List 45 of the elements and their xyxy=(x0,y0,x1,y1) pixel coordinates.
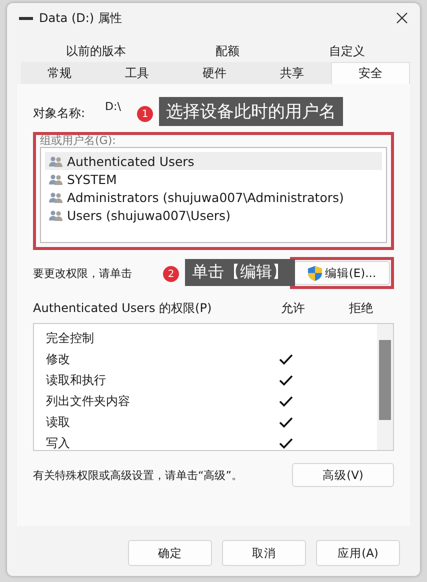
edit-button[interactable]: 编辑(E)... xyxy=(294,261,390,285)
users-icon xyxy=(49,174,63,184)
dialog-button[interactable]: 确定 xyxy=(128,540,212,566)
group-list-label: 组或用户名(G): xyxy=(40,135,117,147)
permission-name: 读取和执行 xyxy=(46,372,107,389)
drive-icon xyxy=(19,16,33,20)
tab[interactable]: 配额 xyxy=(201,41,254,62)
permission-name: 读取 xyxy=(46,414,71,431)
advanced-hint-text: 有关特殊权限或高级设置，请单击“高级”。 xyxy=(33,468,244,482)
tab[interactable]: 工具 xyxy=(98,62,176,84)
tab[interactable]: 共享 xyxy=(253,62,331,84)
tab[interactable]: 硬件 xyxy=(176,62,254,84)
column-header: 拒绝 xyxy=(348,300,374,317)
dialog-button[interactable]: 应用(A) xyxy=(316,540,400,566)
tab[interactable]: 自定义 xyxy=(315,41,380,62)
permission-name: 修改 xyxy=(46,351,71,368)
window-title: Data (D:) 属性 xyxy=(39,10,123,26)
step-badge: 1 xyxy=(137,106,153,122)
user-list-item[interactable]: Users (shujuwa007\Users) xyxy=(45,206,382,224)
users-icon xyxy=(49,156,63,166)
permission-name: 完全控制 xyxy=(46,330,95,347)
scrollbar[interactable] xyxy=(377,324,393,450)
callout-tooltip: 单击【编辑】 xyxy=(185,259,295,286)
column-header: 允许 xyxy=(280,300,306,317)
user-list-item[interactable]: SYSTEM xyxy=(45,170,382,188)
tab[interactable]: 以前的版本 xyxy=(52,41,140,62)
callout-tooltip: 选择设备此时的用户名 xyxy=(159,97,343,126)
tab[interactable]: 安全 xyxy=(330,62,410,84)
permissions-label: Authenticated Users 的权限(P) xyxy=(33,300,213,317)
permission-name: 列出文件夹内容 xyxy=(46,393,131,410)
object-name-label: 对象名称: xyxy=(33,104,86,122)
permission-name: 写入 xyxy=(46,435,71,452)
dialog-button[interactable]: 取消 xyxy=(222,540,306,566)
users-icon xyxy=(49,192,63,202)
users-icon xyxy=(49,210,63,220)
advanced-button[interactable]: 高级(V) xyxy=(292,463,394,487)
user-list-item[interactable]: Authenticated Users xyxy=(45,152,382,170)
user-list-item[interactable]: Administrators (shujuwa007\Administrators) xyxy=(45,188,382,206)
step-badge: 2 xyxy=(163,266,179,282)
shield-icon xyxy=(308,266,322,280)
edit-hint-text: 要更改权限，请单击 xyxy=(33,266,132,280)
object-name-value: D:\ xyxy=(105,100,121,113)
tab[interactable]: 常规 xyxy=(21,62,98,84)
user-list[interactable]: Authenticated Users SYSTEM Administrators (shujuwa007\Administrators) Users (shujuwa007\Users) xyxy=(40,147,387,243)
close-icon[interactable] xyxy=(396,12,408,24)
